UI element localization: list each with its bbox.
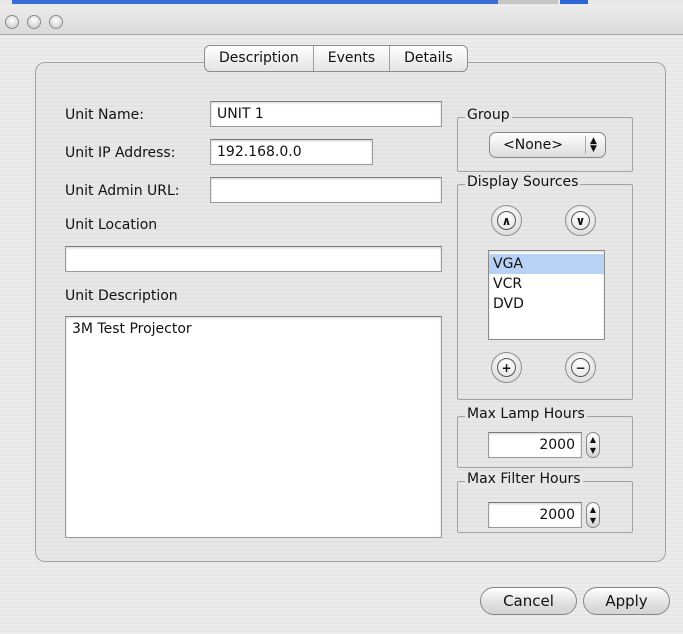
unit-ip-label: Unit IP Address: [65, 145, 176, 161]
move-down-button[interactable]: ∨ [565, 205, 596, 236]
max-lamp-hours-field[interactable]: 2000 [488, 432, 582, 458]
unit-name-label: Unit Name: [65, 107, 144, 123]
display-sources-title: Display Sources [465, 174, 581, 190]
list-item[interactable]: VCR [489, 274, 604, 294]
minimize-window-button[interactable] [27, 15, 41, 29]
max-lamp-hours-title: Max Lamp Hours [465, 406, 587, 422]
unit-description-label: Unit Description [65, 288, 178, 304]
tab-details[interactable]: Details [389, 46, 467, 71]
minus-icon: − [571, 358, 590, 377]
display-sources-list[interactable]: VGA VCR DVD [488, 250, 605, 340]
max-filter-hours-stepper[interactable]: ▲ ▼ [586, 502, 600, 528]
move-up-button[interactable]: ∧ [491, 205, 522, 236]
tab-bar: Description Events Details [204, 45, 468, 72]
unit-admin-url-field[interactable] [210, 177, 442, 203]
background-window-edge [498, 0, 558, 4]
group-select[interactable]: <None> ▲ ▼ [489, 132, 606, 158]
max-filter-hours-title: Max Filter Hours [465, 471, 583, 487]
max-filter-hours-field[interactable]: 2000 [488, 502, 582, 528]
unit-ip-field[interactable]: 192.168.0.0 [210, 139, 373, 165]
apply-button[interactable]: Apply [583, 587, 670, 615]
chevron-down-icon: ∨ [571, 211, 590, 230]
group-title: Group [465, 107, 512, 123]
close-window-button[interactable] [5, 15, 19, 29]
max-lamp-hours-stepper[interactable]: ▲ ▼ [586, 432, 600, 458]
unit-location-label: Unit Location [65, 217, 158, 233]
select-arrows-icon: ▲ ▼ [585, 136, 601, 154]
background-window-edge [560, 0, 588, 4]
remove-source-button[interactable]: − [565, 352, 596, 383]
chevron-up-icon: ∧ [497, 211, 516, 230]
group-select-value: <None> [503, 137, 563, 153]
title-bar[interactable] [0, 5, 683, 35]
unit-description-textarea[interactable]: 3M Test Projector [65, 316, 442, 538]
list-item[interactable]: DVD [489, 294, 604, 314]
add-source-button[interactable]: + [491, 352, 522, 383]
tab-events[interactable]: Events [312, 46, 389, 71]
zoom-window-button[interactable] [49, 15, 63, 29]
cancel-button[interactable]: Cancel [480, 587, 577, 615]
tab-description[interactable]: Description [205, 46, 313, 71]
background-window-edge [12, 0, 498, 4]
plus-icon: + [497, 358, 516, 377]
unit-admin-url-label: Unit Admin URL: [65, 183, 180, 199]
unit-location-field[interactable] [65, 246, 442, 272]
unit-name-field[interactable]: UNIT 1 [210, 101, 442, 127]
list-item[interactable]: VGA [489, 254, 604, 274]
